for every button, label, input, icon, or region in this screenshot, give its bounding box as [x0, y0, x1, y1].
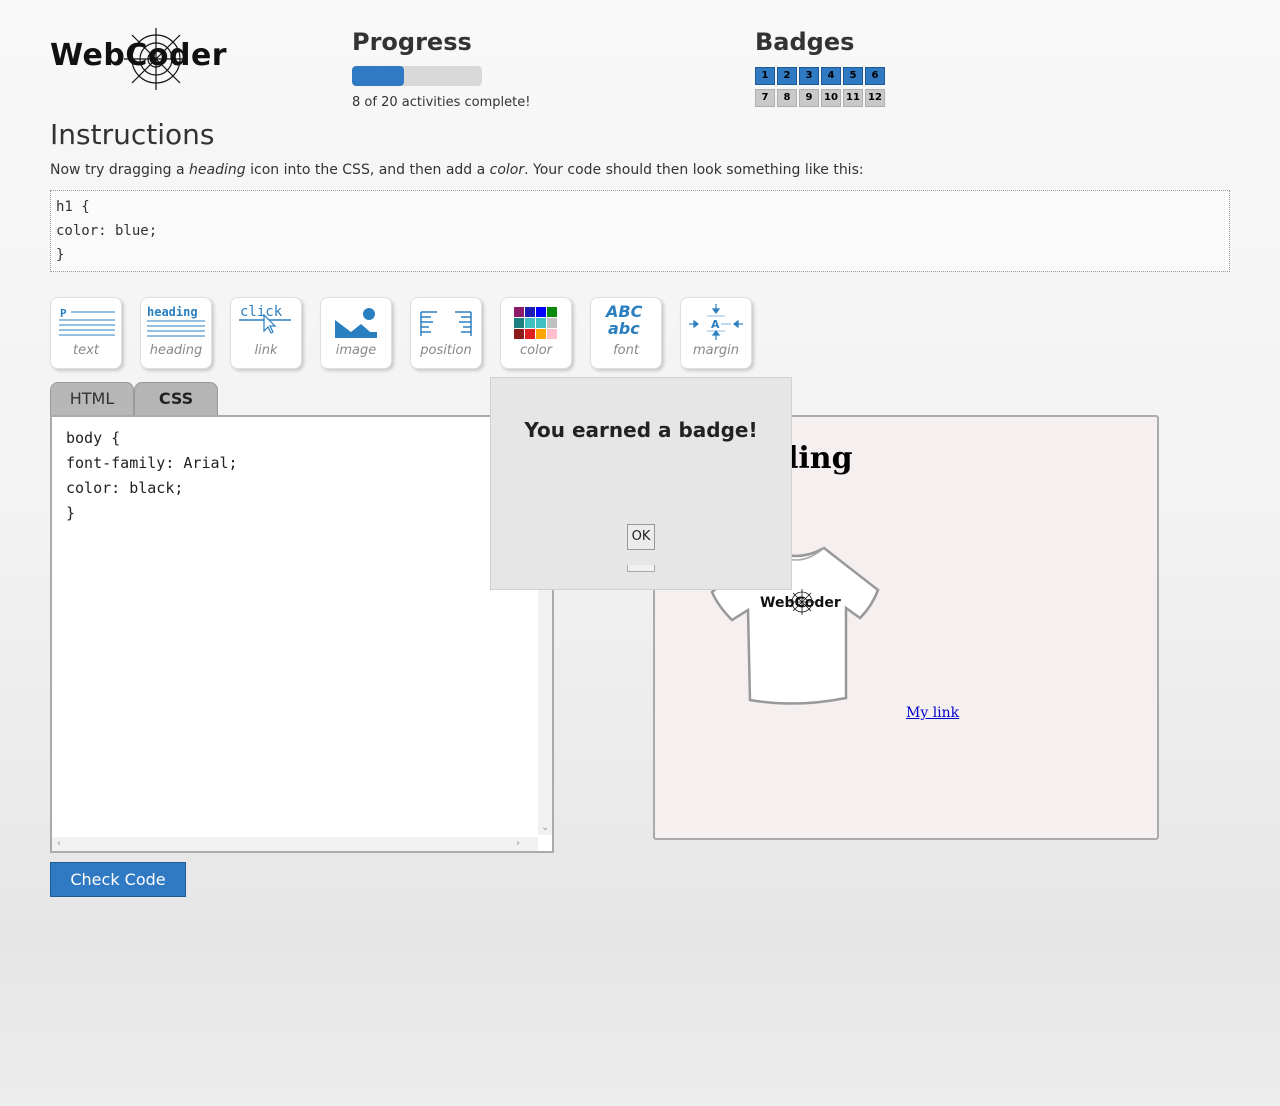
tool-link[interactable]: click link	[230, 297, 302, 369]
color-swatch	[525, 329, 535, 339]
badges-title: Badges	[755, 28, 855, 56]
color-swatch	[536, 318, 546, 328]
tool-image[interactable]: image	[320, 297, 392, 369]
code-line: font-family: Arial;	[66, 454, 238, 472]
badge-7: 7	[755, 89, 775, 107]
badge-2: 2	[777, 67, 797, 85]
scroll-right-icon[interactable]: ›	[516, 838, 520, 849]
code-example-box: h1 { color: blue; }	[50, 190, 1230, 272]
ok-button[interactable]: OK	[627, 524, 655, 550]
tool-label: image	[335, 343, 377, 358]
color-swatch	[536, 307, 546, 317]
text-icon-glyph: P	[60, 307, 67, 320]
webcoder-logo: WebCoder	[50, 28, 227, 92]
instructions-text-part: Now try dragging a	[50, 162, 190, 178]
tab-html[interactable]: HTML	[50, 382, 134, 415]
heading-icon-glyph: heading	[147, 305, 198, 319]
tool-label: link	[254, 343, 278, 358]
check-code-button[interactable]: Check Code	[50, 862, 186, 897]
image-icon	[335, 308, 377, 338]
font-icon-glyph-lower: abc	[608, 319, 640, 338]
margin-icon-glyph: A	[711, 318, 720, 331]
tool-label: margin	[692, 343, 740, 358]
instructions-emphasis-color: color	[489, 162, 525, 178]
spiderweb-icon	[124, 28, 188, 90]
tool-label: heading	[149, 343, 203, 358]
font-icon: ABC abc	[604, 302, 643, 338]
editor-horizontal-scrollbar[interactable]: ‹ ›	[52, 837, 538, 851]
progress-bar	[352, 66, 482, 86]
badge-10: 10	[821, 89, 841, 107]
color-swatch	[547, 307, 557, 317]
instructions-emphasis-heading: heading	[189, 162, 246, 178]
dialog-background-text: That's a great heading	[525, 388, 725, 402]
progress-title: Progress	[352, 28, 472, 56]
color-swatch	[536, 329, 546, 339]
code-line: }	[66, 504, 76, 522]
instructions-text-part: . Your code should then look something l…	[524, 162, 864, 178]
color-swatch	[525, 307, 535, 317]
badge-8: 8	[777, 89, 797, 107]
color-swatch	[514, 318, 524, 328]
link-icon-glyph: click	[240, 304, 283, 320]
position-icon	[420, 311, 472, 336]
badge-1: 1	[755, 67, 775, 85]
tab-css[interactable]: CSS	[134, 382, 218, 415]
margin-icon: A	[689, 304, 743, 340]
color-swatch	[547, 318, 557, 328]
scroll-down-icon[interactable]: ⌄	[541, 822, 549, 833]
badge-5: 5	[843, 67, 863, 85]
tool-margin[interactable]: A margin	[680, 297, 752, 369]
color-swatch	[525, 318, 535, 328]
color-swatch	[547, 329, 557, 339]
code-line: body {	[66, 429, 121, 447]
badge-11: 11	[843, 89, 863, 107]
tool-label: color	[519, 343, 552, 358]
tool-text[interactable]: P text	[50, 297, 122, 369]
progress-fill	[352, 66, 404, 86]
progress-status-text: 8 of 20 activities complete!	[352, 95, 531, 110]
tool-label: text	[73, 343, 99, 358]
code-example-line: h1 {	[56, 199, 90, 215]
tool-label: font	[613, 343, 639, 358]
link-icon: click	[239, 304, 291, 334]
badge-9: 9	[799, 89, 819, 107]
tool-color[interactable]: color	[500, 297, 572, 369]
color-swatch	[514, 329, 524, 339]
tool-heading[interactable]: heading heading	[140, 297, 212, 369]
tool-label: position	[420, 343, 472, 358]
badge-6: 6	[865, 67, 885, 85]
code-line: color: black;	[66, 479, 184, 497]
badge-3: 3	[799, 67, 819, 85]
instructions-text: Now try dragging a heading icon into the…	[50, 162, 864, 178]
badge-4: 4	[821, 67, 841, 85]
color-swatch	[514, 307, 524, 317]
text-icon: P	[59, 307, 115, 336]
dialog-handle	[627, 565, 655, 572]
code-example-line: color: blue;	[56, 223, 158, 239]
dialog-title: You earned a badge!	[524, 418, 758, 442]
tool-position[interactable]: position	[410, 297, 482, 369]
badge-dialog: That's a great heading You earned a badg…	[490, 377, 792, 590]
badge-12: 12	[865, 89, 885, 107]
heading-icon: heading	[147, 305, 205, 337]
instructions-heading: Instructions	[50, 118, 215, 151]
color-icon	[514, 307, 557, 339]
code-example-line: }	[56, 247, 65, 263]
scroll-left-icon[interactable]: ‹	[57, 838, 61, 849]
css-code-editor[interactable]: body { font-family: Arial; color: black;…	[50, 415, 554, 853]
tool-font[interactable]: ABC abc font	[590, 297, 662, 369]
preview-link[interactable]: My link	[906, 705, 959, 721]
instructions-text-part: icon into the CSS, and then add a	[245, 162, 490, 178]
